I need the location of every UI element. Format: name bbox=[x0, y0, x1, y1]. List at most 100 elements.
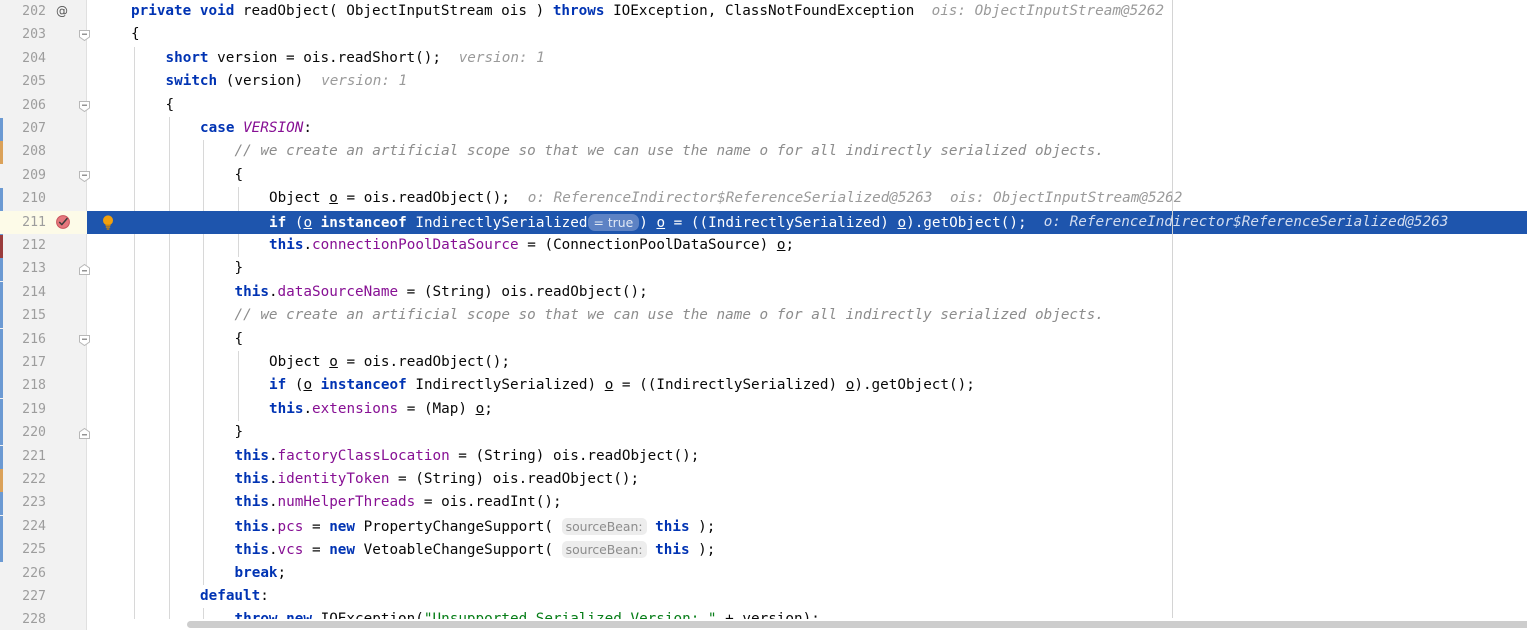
code-line[interactable]: 217 Object o = ois.readObject(); bbox=[0, 351, 1527, 375]
indent-guide bbox=[203, 514, 204, 539]
code-token: ).getObject(); bbox=[906, 214, 1027, 231]
code-text[interactable]: this.factoryClassLocation = (String) ois… bbox=[235, 445, 700, 468]
code-token: { bbox=[165, 96, 175, 113]
code-text[interactable]: this.dataSourceName = (String) ois.readO… bbox=[235, 281, 648, 304]
code-line[interactable]: 223 this.numHelperThreads = ois.readInt()… bbox=[0, 491, 1527, 515]
code-text[interactable]: short version = ois.readShort(); bbox=[166, 47, 441, 70]
code-line[interactable]: 221 this.factoryClassLocation = (String) … bbox=[0, 444, 1527, 468]
line-number-cell: 206 bbox=[0, 94, 87, 117]
code-line-current[interactable]: 211 if (o instanceof IndirectlySerialized… bbox=[0, 210, 1527, 234]
code-text[interactable]: this.extensions = (Map) o; bbox=[269, 398, 493, 421]
line-number-cell: 211 bbox=[0, 210, 87, 234]
code-token: . bbox=[268, 471, 278, 487]
indent-guide bbox=[168, 140, 170, 164]
code-text[interactable]: this.vcs = new VetoableChangeSupport( so… bbox=[235, 538, 715, 561]
verified-breakpoint-icon[interactable] bbox=[55, 214, 71, 230]
debugger-inlay-hint[interactable]: ois: ObjectInputStream@5262 bbox=[932, 0, 1164, 23]
indent-guide bbox=[134, 561, 135, 585]
override-method-marker-icon[interactable]: @ bbox=[56, 0, 68, 23]
code-text[interactable]: break; bbox=[235, 562, 287, 585]
code-line[interactable]: 216 { bbox=[0, 327, 1527, 351]
code-text[interactable]: Object o = ois.readObject(); bbox=[269, 187, 510, 210]
code-text[interactable]: { bbox=[235, 164, 244, 187]
code-line[interactable]: 225 this.vcs = new VetoableChangeSupport(… bbox=[0, 538, 1527, 562]
code-line[interactable]: 213} bbox=[0, 257, 1527, 281]
code-token: this bbox=[234, 518, 269, 535]
fold-region-end-icon[interactable] bbox=[79, 264, 90, 276]
fold-collapse-icon[interactable] bbox=[79, 100, 90, 112]
line-number: 221 bbox=[22, 448, 46, 464]
code-token: (version) bbox=[225, 73, 304, 90]
line-number: 206 bbox=[22, 97, 46, 113]
indent-guide bbox=[134, 117, 135, 141]
code-text[interactable]: this.connectionPoolDataSource = (Connect… bbox=[269, 234, 794, 257]
code-text[interactable]: { bbox=[235, 328, 244, 351]
code-text[interactable]: this.numHelperThreads = ois.readInt(); bbox=[235, 491, 562, 514]
code-line[interactable]: 214 this.dataSourceName = (String) ois.re… bbox=[0, 280, 1527, 305]
horizontal-scrollbar-thumb[interactable] bbox=[187, 621, 1527, 628]
debugger-inlay-hint[interactable]: version: 1 bbox=[321, 70, 407, 93]
line-number: 225 bbox=[22, 542, 46, 558]
code-line[interactable]: 224 this.pcs = new PropertyChangeSupport(… bbox=[0, 514, 1527, 539]
code-text[interactable]: if (o instanceof IndirectlySerialized = t… bbox=[269, 211, 1027, 234]
debugger-inlay-hint[interactable]: version: 1 bbox=[459, 47, 545, 70]
code-line[interactable]: 220} bbox=[0, 421, 1527, 445]
inline-value-hint[interactable]: = true bbox=[587, 213, 640, 231]
code-token: IndirectlySerialized bbox=[415, 214, 588, 231]
fold-collapse-icon[interactable] bbox=[79, 334, 90, 346]
code-text[interactable]: Object o = ois.readObject(); bbox=[269, 351, 510, 374]
code-line[interactable]: 204 short version = ois.readShort(); versi… bbox=[0, 46, 1527, 71]
line-number: 209 bbox=[22, 167, 46, 183]
code-line[interactable]: 218 if (o instanceof IndirectlySerialized… bbox=[0, 374, 1527, 398]
code-text[interactable]: // we create an artificial scope so that… bbox=[235, 140, 1104, 163]
code-text[interactable]: this.identityToken = (String) ois.readOb… bbox=[235, 468, 640, 491]
indent-guide bbox=[134, 163, 135, 188]
code-token: o bbox=[475, 400, 485, 417]
code-line[interactable]: 219 this.extensions = (Map) o; bbox=[0, 397, 1527, 422]
debugger-inlay-hint[interactable]: o: ReferenceIndirector$ReferenceSerializ… bbox=[528, 187, 933, 210]
code-line[interactable]: 208 // we create an artificial scope so t… bbox=[0, 140, 1527, 164]
code-line[interactable]: 227 default: bbox=[0, 585, 1527, 609]
intention-lightbulb-icon[interactable] bbox=[100, 214, 116, 231]
code-text[interactable]: { bbox=[166, 94, 175, 117]
code-line[interactable]: 209 { bbox=[0, 163, 1527, 188]
code-text[interactable]: default: bbox=[200, 585, 269, 608]
code-text[interactable]: if (o instanceof IndirectlySerialized) o… bbox=[269, 374, 975, 397]
horizontal-scrollbar[interactable] bbox=[87, 619, 1527, 630]
indent-guide bbox=[203, 234, 204, 258]
code-line[interactable]: 206 { bbox=[0, 93, 1527, 117]
code-token: o bbox=[329, 354, 338, 370]
code-token: = ois.readObject(); bbox=[337, 354, 511, 370]
code-text[interactable]: case VERSION: bbox=[200, 117, 312, 140]
code-editor[interactable]: 202 @ private void readObject( ObjectInput… bbox=[0, 0, 1527, 630]
code-line[interactable]: 207 case VERSION: bbox=[0, 117, 1527, 141]
code-text[interactable]: { bbox=[131, 23, 140, 46]
right-margin-guide bbox=[1172, 0, 1173, 618]
line-number-cell: 213 bbox=[0, 257, 87, 280]
code-token: IndirectlySerialized) bbox=[415, 377, 605, 394]
code-line[interactable]: 202 @ private void readObject( ObjectInput… bbox=[0, 0, 1527, 23]
debugger-inlay-hint[interactable]: ois: ObjectInputStream@5262 bbox=[950, 187, 1182, 210]
debugger-inlay-hint[interactable]: o: ReferenceIndirector$ReferenceSerializ… bbox=[1044, 211, 1449, 234]
code-text[interactable]: private void readObject( ObjectInputStre… bbox=[131, 0, 914, 23]
fold-region-end-icon[interactable] bbox=[79, 428, 90, 440]
line-number: 217 bbox=[22, 355, 46, 370]
code-line[interactable]: 203 { bbox=[0, 23, 1527, 46]
code-line[interactable]: 210 Object o = ois.readObject(); o: Refere… bbox=[0, 187, 1527, 211]
code-line[interactable]: 226 break; bbox=[0, 561, 1527, 585]
fold-collapse-icon[interactable] bbox=[79, 170, 90, 182]
code-line[interactable]: 212 this.connectionPoolDataSource = (Conn… bbox=[0, 234, 1527, 258]
code-text[interactable]: // we create an artificial scope so that… bbox=[235, 304, 1104, 327]
code-line[interactable]: 205 switch (version) version: 1 bbox=[0, 70, 1527, 94]
code-text[interactable]: this.pcs = new PropertyChangeSupport( so… bbox=[234, 515, 715, 538]
code-line[interactable]: 215 // we create an artificial scope so t… bbox=[0, 304, 1527, 328]
code-token: extensions bbox=[312, 400, 399, 417]
code-line[interactable]: 222 this.identityToken = (String) ois.rea… bbox=[0, 468, 1527, 492]
code-text[interactable]: switch (version) bbox=[166, 70, 304, 93]
code-text[interactable]: } bbox=[235, 421, 244, 444]
code-token: new bbox=[329, 518, 364, 535]
code-token: numHelperThreads bbox=[277, 494, 416, 511]
fold-collapse-icon[interactable] bbox=[79, 30, 90, 42]
code-text[interactable]: } bbox=[235, 257, 244, 280]
code-token: // we create an artificial scope so that… bbox=[234, 143, 1104, 160]
